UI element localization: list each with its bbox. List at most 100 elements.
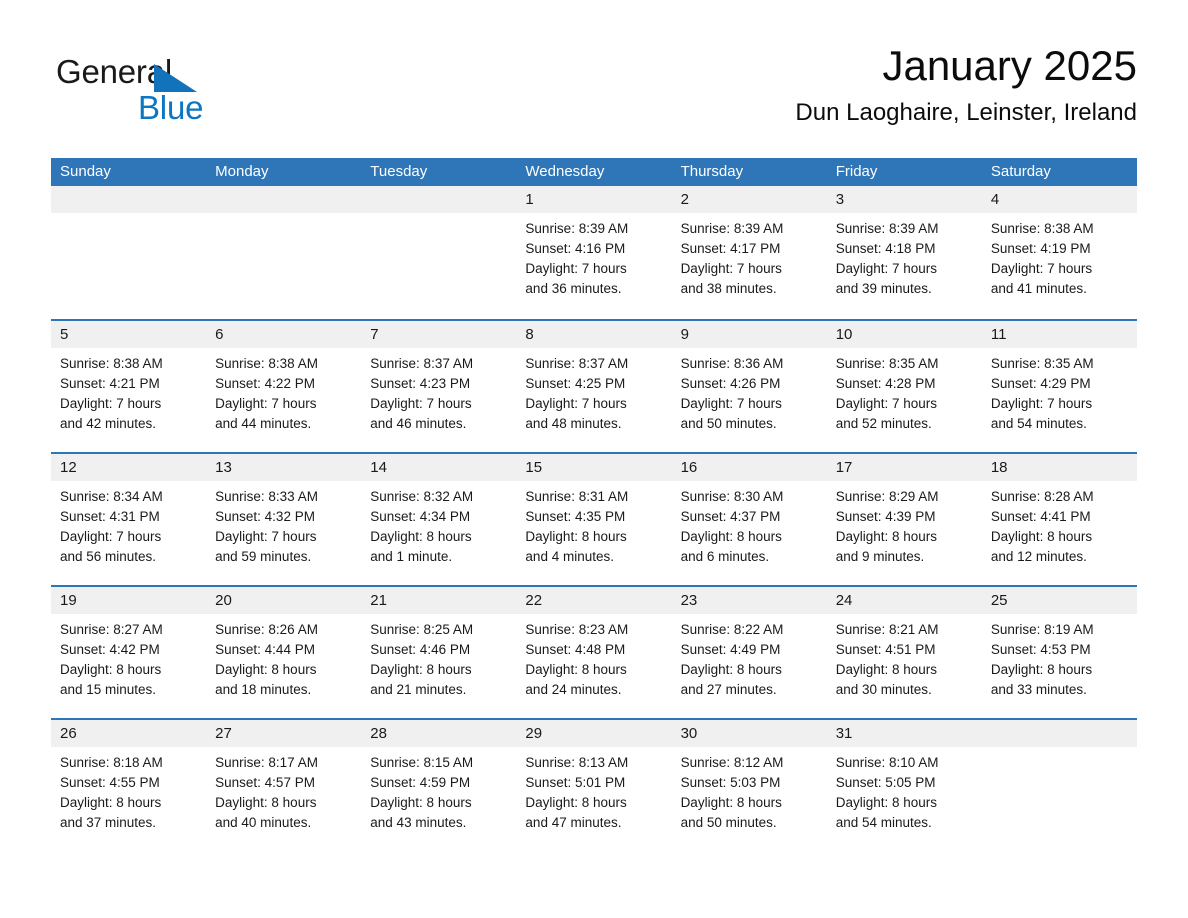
day-cell[interactable]: 24 Sunrise: 8:21 AM Sunset: 4:51 PM Dayligh… <box>827 587 982 718</box>
day-number: 10 <box>835 326 853 343</box>
daylight-text-line2: and 36 minutes. <box>525 281 622 296</box>
day-number: 8 <box>525 326 534 343</box>
day-cell[interactable]: 25 Sunrise: 8:19 AM Sunset: 4:53 PM Dayligh… <box>982 587 1137 718</box>
day-cell[interactable]: 26 Sunrise: 8:18 AM Sunset: 4:55 PM Dayligh… <box>51 720 206 851</box>
sunset-text: Sunset: 5:03 PM <box>680 775 781 790</box>
daylight-text-line2: and 54 minutes. <box>990 416 1087 431</box>
daylight-text-line2: and 41 minutes. <box>990 281 1087 296</box>
sunset-text: Sunset: 4:34 PM <box>370 509 471 524</box>
day-number: 16 <box>680 459 698 476</box>
day-cell[interactable]: 27 Sunrise: 8:17 AM Sunset: 4:57 PM Dayligh… <box>206 720 361 851</box>
sunset-text: Sunset: 4:29 PM <box>990 376 1091 391</box>
day-sun-info: Sunrise: 8:35 AM Sunset: 4:29 PM Daylight:… <box>991 354 1128 434</box>
sunrise-text: Sunrise: 8:36 AM <box>680 356 784 371</box>
day-cell[interactable]: 30 Sunrise: 8:12 AM Sunset: 5:03 PM Dayligh… <box>672 720 827 851</box>
daylight-text-line2: and 43 minutes. <box>370 815 467 830</box>
day-cell[interactable]: 3 Sunrise: 8:39 AM Sunset: 4:18 PM Daylight… <box>827 186 982 319</box>
day-sun-info: Sunrise: 8:36 AM Sunset: 4:26 PM Daylight:… <box>681 354 818 434</box>
sunset-text: Sunset: 4:41 PM <box>990 509 1091 524</box>
day-sun-info: Sunrise: 8:15 AM Sunset: 4:59 PM Daylight:… <box>370 753 507 833</box>
weekday-header-monday: Monday <box>215 163 269 180</box>
day-cell[interactable]: 12 Sunrise: 8:34 AM Sunset: 4:31 PM Dayligh… <box>51 454 206 585</box>
daylight-text-line1: Daylight: 7 hours <box>525 261 627 276</box>
day-cell[interactable]: 29 Sunrise: 8:13 AM Sunset: 5:01 PM Dayligh… <box>516 720 671 851</box>
day-sun-info: Sunrise: 8:19 AM Sunset: 4:53 PM Daylight:… <box>991 620 1128 700</box>
sunset-text: Sunset: 4:22 PM <box>215 376 315 391</box>
day-cell[interactable]: 16 Sunrise: 8:30 AM Sunset: 4:37 PM Dayligh… <box>672 454 827 585</box>
sunrise-text: Sunrise: 8:17 AM <box>215 755 318 770</box>
calendar-week-row: 26 Sunrise: 8:18 AM Sunset: 4:55 PM Dayligh… <box>51 718 1137 851</box>
sunrise-text: Sunrise: 8:13 AM <box>525 755 629 770</box>
day-cell[interactable]: 22 Sunrise: 8:23 AM Sunset: 4:48 PM Dayligh… <box>516 587 671 718</box>
sunset-text: Sunset: 4:49 PM <box>680 642 781 657</box>
sunset-text: Sunset: 4:21 PM <box>60 376 160 391</box>
sunrise-text: Sunrise: 8:21 AM <box>835 622 939 637</box>
sunset-text: Sunset: 4:26 PM <box>680 376 781 391</box>
day-cell[interactable]: 6 Sunrise: 8:38 AM Sunset: 4:22 PM Daylight… <box>206 321 361 452</box>
day-cell[interactable]: 21 Sunrise: 8:25 AM Sunset: 4:46 PM Dayligh… <box>361 587 516 718</box>
sunset-text: Sunset: 4:55 PM <box>60 775 160 790</box>
daylight-text-line2: and 38 minutes. <box>680 281 777 296</box>
sunrise-text: Sunrise: 8:37 AM <box>525 356 629 371</box>
sunset-text: Sunset: 4:46 PM <box>370 642 471 657</box>
sunset-text: Sunset: 4:23 PM <box>370 376 471 391</box>
day-cell[interactable]: 14 Sunrise: 8:32 AM Sunset: 4:34 PM Dayligh… <box>361 454 516 585</box>
day-cell[interactable]: 5 Sunrise: 8:38 AM Sunset: 4:21 PM Daylight… <box>51 321 206 452</box>
daylight-text-line1: Daylight: 8 hours <box>60 662 162 677</box>
day-sun-info: Sunrise: 8:33 AM Sunset: 4:32 PM Daylight:… <box>215 487 352 567</box>
day-number: 15 <box>525 459 543 476</box>
day-cell[interactable]: 17 Sunrise: 8:29 AM Sunset: 4:39 PM Dayligh… <box>827 454 982 585</box>
daylight-text-line2: and 1 minute. <box>370 549 453 564</box>
day-cell[interactable]: 8 Sunrise: 8:37 AM Sunset: 4:25 PM Daylight… <box>516 321 671 452</box>
day-cell[interactable]: 23 Sunrise: 8:22 AM Sunset: 4:49 PM Dayligh… <box>672 587 827 718</box>
day-cell[interactable]: 2 Sunrise: 8:39 AM Sunset: 4:17 PM Daylight… <box>672 186 827 319</box>
day-cell-empty <box>982 720 1137 851</box>
day-cell[interactable]: 7 Sunrise: 8:37 AM Sunset: 4:23 PM Daylight… <box>361 321 516 452</box>
day-cell[interactable]: 1 Sunrise: 8:39 AM Sunset: 4:16 PM Daylight… <box>516 186 671 319</box>
daylight-text-line1: Daylight: 8 hours <box>990 529 1093 544</box>
day-cell[interactable]: 20 Sunrise: 8:26 AM Sunset: 4:44 PM Dayligh… <box>206 587 361 718</box>
day-cell[interactable]: 4 Sunrise: 8:38 AM Sunset: 4:19 PM Daylight… <box>982 186 1137 319</box>
weekday-header-tuesday: Tuesday <box>370 163 428 180</box>
day-cell[interactable]: 18 Sunrise: 8:28 AM Sunset: 4:41 PM Dayligh… <box>982 454 1137 585</box>
sunrise-text: Sunrise: 8:27 AM <box>60 622 163 637</box>
daylight-text-line2: and 9 minutes. <box>835 549 925 564</box>
daylight-text-line1: Daylight: 7 hours <box>60 529 162 544</box>
sunset-text: Sunset: 5:01 PM <box>525 775 626 790</box>
sunset-text: Sunset: 4:19 PM <box>990 241 1091 256</box>
daylight-text-line2: and 24 minutes. <box>525 682 622 697</box>
day-sun-info: Sunrise: 8:28 AM Sunset: 4:41 PM Daylight:… <box>991 487 1128 567</box>
sunrise-text: Sunrise: 8:37 AM <box>370 356 474 371</box>
sunrise-text: Sunrise: 8:26 AM <box>215 622 318 637</box>
day-sun-info: Sunrise: 8:39 AM Sunset: 4:18 PM Daylight:… <box>836 219 973 299</box>
sunset-text: Sunset: 4:31 PM <box>60 509 160 524</box>
sunset-text: Sunset: 4:44 PM <box>215 642 315 657</box>
daylight-text-line1: Daylight: 8 hours <box>525 795 627 810</box>
day-cell[interactable]: 9 Sunrise: 8:36 AM Sunset: 4:26 PM Daylight… <box>672 321 827 452</box>
daylight-text-line2: and 44 minutes. <box>215 416 312 431</box>
day-cell[interactable]: 31 Sunrise: 8:10 AM Sunset: 5:05 PM Dayligh… <box>827 720 982 851</box>
sunrise-text: Sunrise: 8:38 AM <box>990 221 1094 236</box>
calendar-week-row: 12 Sunrise: 8:34 AM Sunset: 4:31 PM Dayligh… <box>51 452 1137 585</box>
day-cell[interactable]: 19 Sunrise: 8:27 AM Sunset: 4:42 PM Dayligh… <box>51 587 206 718</box>
daylight-text-line1: Daylight: 7 hours <box>835 396 938 411</box>
day-sun-info: Sunrise: 8:29 AM Sunset: 4:39 PM Daylight:… <box>836 487 973 567</box>
daylight-text-line1: Daylight: 7 hours <box>990 261 1093 276</box>
sunrise-text: Sunrise: 8:18 AM <box>60 755 163 770</box>
day-cell[interactable]: 15 Sunrise: 8:31 AM Sunset: 4:35 PM Dayligh… <box>516 454 671 585</box>
day-number: 7 <box>370 326 379 343</box>
day-cell-empty <box>206 186 361 319</box>
day-cell[interactable]: 13 Sunrise: 8:33 AM Sunset: 4:32 PM Dayligh… <box>206 454 361 585</box>
sunrise-text: Sunrise: 8:39 AM <box>835 221 939 236</box>
daylight-text-line1: Daylight: 7 hours <box>215 529 317 544</box>
day-cell[interactable]: 11 Sunrise: 8:35 AM Sunset: 4:29 PM Dayligh… <box>982 321 1137 452</box>
day-cell[interactable]: 28 Sunrise: 8:15 AM Sunset: 4:59 PM Dayligh… <box>361 720 516 851</box>
sunset-text: Sunset: 4:16 PM <box>525 241 626 256</box>
daylight-text-line1: Daylight: 8 hours <box>680 662 782 677</box>
day-cell[interactable]: 10 Sunrise: 8:35 AM Sunset: 4:28 PM Dayligh… <box>827 321 982 452</box>
day-sun-info: Sunrise: 8:35 AM Sunset: 4:28 PM Daylight:… <box>836 354 973 434</box>
daylight-text-line2: and 48 minutes. <box>525 416 622 431</box>
generalblue-logo[interactable]: General Blue <box>56 52 246 130</box>
day-number <box>991 720 1128 747</box>
daylight-text-line2: and 46 minutes. <box>370 416 467 431</box>
